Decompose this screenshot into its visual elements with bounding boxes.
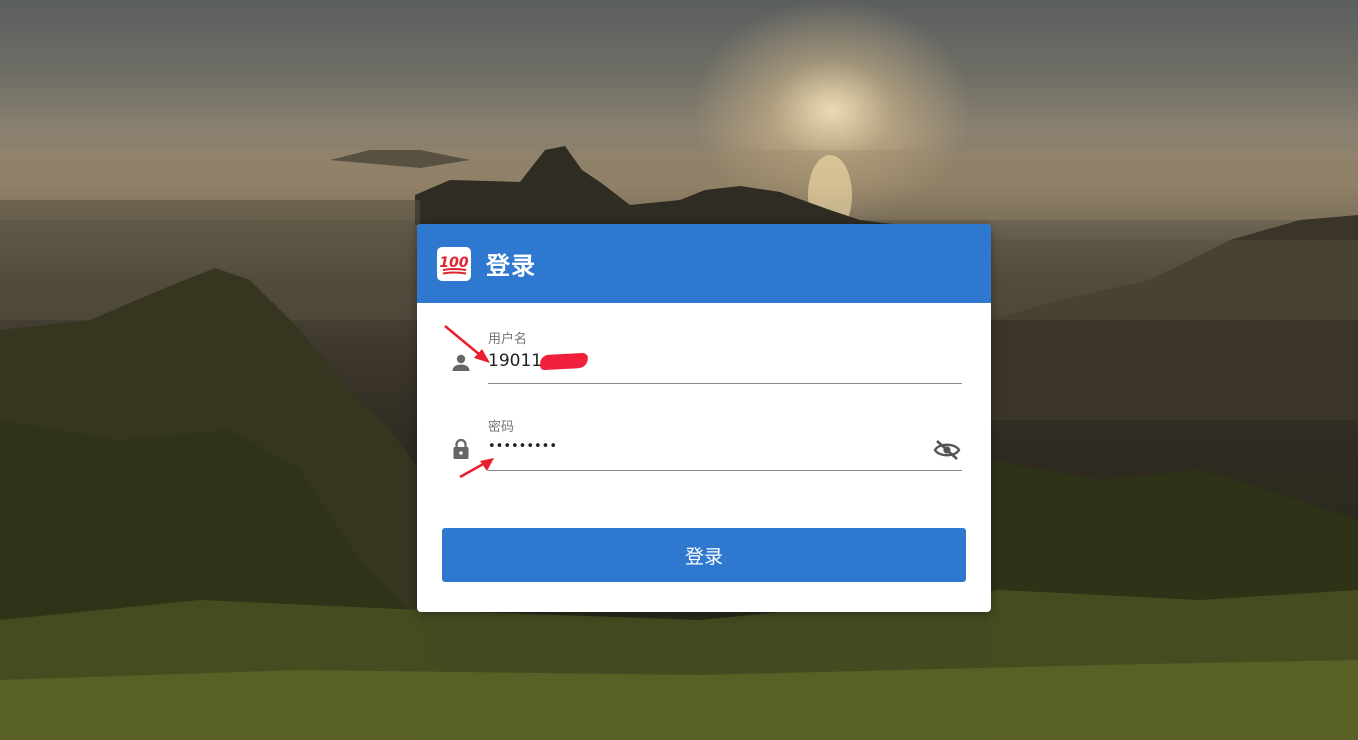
username-label: 用户名 — [488, 332, 528, 347]
username-value: 19011 — [488, 351, 543, 371]
login-button[interactable]: 登录 — [442, 528, 966, 582]
password-field[interactable]: 密码 ••••••••• — [449, 412, 962, 472]
lock-icon — [449, 437, 473, 461]
login-card: 100 登录 用户名 19011 密码 ••••••••• 登录 — [417, 224, 991, 612]
eye-off-icon[interactable] — [932, 435, 962, 465]
password-underline — [488, 470, 962, 471]
redaction-mark — [539, 352, 589, 370]
login-title: 登录 — [486, 252, 536, 280]
password-label: 密码 — [488, 420, 515, 435]
person-icon — [449, 351, 473, 375]
username-underline — [488, 383, 962, 384]
hundred-points-icon: 100 — [437, 246, 471, 281]
username-input[interactable]: 19011 — [488, 351, 589, 371]
password-input[interactable]: ••••••••• — [488, 439, 557, 454]
username-field[interactable]: 用户名 19011 — [449, 324, 962, 384]
login-card-header: 100 登录 — [417, 224, 991, 303]
